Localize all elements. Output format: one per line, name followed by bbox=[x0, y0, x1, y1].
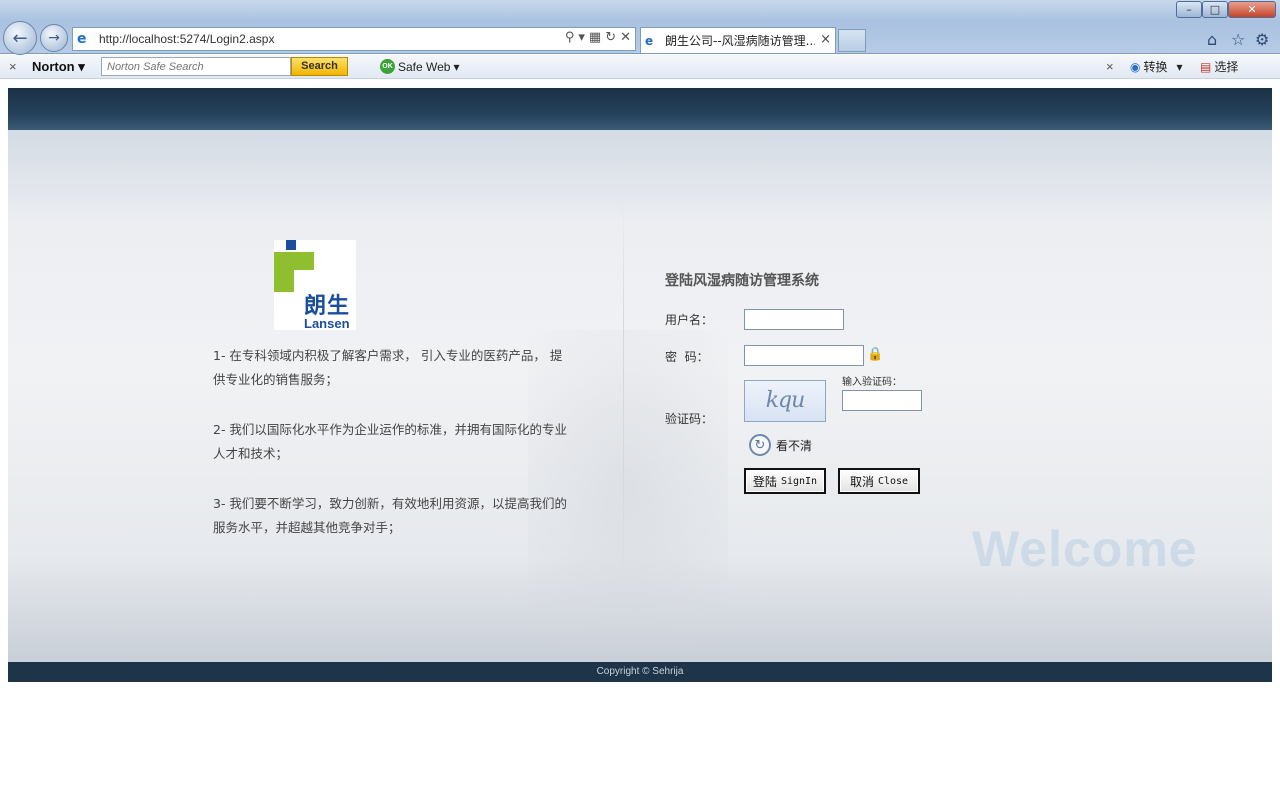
captcha-input[interactable] bbox=[842, 390, 922, 411]
login-title: 登陆风湿病随访管理系统 bbox=[665, 273, 819, 289]
logo-square-blue bbox=[286, 240, 296, 250]
compat-icon[interactable]: ▦ bbox=[589, 30, 601, 45]
norton-search-input[interactable] bbox=[101, 57, 291, 76]
username-input[interactable] bbox=[744, 309, 844, 330]
home-icon[interactable]: ⌂ bbox=[1207, 30, 1217, 49]
new-tab-button[interactable] bbox=[838, 29, 866, 52]
forward-arrow-icon: → bbox=[48, 30, 60, 46]
back-button[interactable]: ← bbox=[3, 21, 37, 55]
browser-titlebar: ← → e http://localhost:5274/Login2.aspx … bbox=[0, 0, 1280, 55]
captcha-image[interactable]: kqu bbox=[744, 380, 826, 422]
tab-active[interactable]: e 朗生公司--风湿病随访管理... × bbox=[640, 27, 836, 53]
window-maximize-button[interactable]: □ bbox=[1202, 1, 1228, 18]
safe-web-menu[interactable]: OK Safe Web ▾ bbox=[380, 59, 460, 74]
address-bar[interactable]: e http://localhost:5274/Login2.aspx ⚲ ▾ … bbox=[72, 27, 636, 51]
ie-icon: e bbox=[77, 31, 87, 47]
username-label: 用户名： bbox=[665, 313, 714, 327]
captcha-refresh-label[interactable]: 看不清 bbox=[776, 437, 812, 454]
captcha-refresh-link[interactable]: ↻ 看不清 bbox=[749, 434, 812, 456]
convert-label: 转换 bbox=[1143, 60, 1168, 74]
logo-text-en: Lansen bbox=[304, 316, 350, 331]
description-item-2: 2- 我们以国际化水平作为企业运作的标准，并拥有国际化的专业人才和技术； bbox=[213, 422, 567, 461]
window-minimize-button[interactable]: – bbox=[1176, 1, 1202, 18]
favorites-star-icon[interactable]: ☆ bbox=[1231, 30, 1245, 49]
toolbar-close-right-icon[interactable]: × bbox=[1106, 59, 1114, 74]
refresh-icon[interactable]: ↻ bbox=[749, 434, 771, 456]
norton-logo-text: Norton bbox=[32, 59, 75, 74]
close-button[interactable]: 取消 Close bbox=[838, 468, 920, 494]
convert-icon: ◉ bbox=[1130, 59, 1141, 74]
convert-button[interactable]: ◉ 转换 ▾ bbox=[1130, 58, 1183, 75]
lock-icon: 🔒 bbox=[867, 347, 884, 362]
password-input[interactable] bbox=[744, 345, 864, 366]
safe-web-label: Safe Web bbox=[398, 59, 451, 74]
gear-icon[interactable]: ⚙ bbox=[1255, 30, 1269, 49]
tab-close-icon[interactable]: × bbox=[820, 32, 831, 47]
chevron-down-icon[interactable]: ▾ bbox=[578, 30, 585, 45]
forward-button[interactable]: → bbox=[40, 24, 68, 52]
page-header-bar bbox=[8, 88, 1272, 130]
captcha-hint: 输入验证码： bbox=[842, 377, 902, 388]
signin-label-cn: 登陆 bbox=[752, 474, 777, 489]
close-label-en: Close bbox=[877, 475, 909, 487]
captcha-label: 验证码： bbox=[665, 412, 714, 426]
lansen-logo: 朗生 Lansen bbox=[274, 240, 356, 331]
signin-button[interactable]: 登陆 SignIn bbox=[744, 468, 826, 494]
login-page-body bbox=[8, 130, 1272, 662]
pdf-select-icon: ▤ bbox=[1200, 59, 1212, 74]
vertical-divider bbox=[623, 200, 624, 590]
stop-icon[interactable]: ✕ bbox=[620, 30, 631, 45]
chevron-down-icon: ▾ bbox=[453, 59, 460, 74]
description-item-1: 1- 在专科领域内积极了解客户需求， 引入专业的医药产品， 提供专业化的销售服务… bbox=[213, 348, 563, 387]
search-icon[interactable]: ⚲ bbox=[565, 30, 575, 45]
norton-logo[interactable]: Norton ▾ bbox=[32, 59, 85, 75]
ie-icon: e bbox=[645, 33, 654, 48]
select-button[interactable]: ▤ 选择 bbox=[1200, 58, 1238, 75]
address-url[interactable]: http://localhost:5274/Login2.aspx bbox=[99, 32, 274, 46]
signin-label-en: SignIn bbox=[780, 475, 818, 487]
select-label: 选择 bbox=[1214, 60, 1239, 74]
norton-toolbar: × Norton ▾ Search OK Safe Web ▾ × ◉ 转换 ▾… bbox=[0, 55, 1280, 79]
refresh-icon[interactable]: ↻ bbox=[605, 30, 616, 45]
description-item-3: 3- 我们要不断学习，致力创新，有效地利用资源，以提高我们的服务水平，并超越其他… bbox=[213, 496, 567, 535]
toolbar-close-icon[interactable]: × bbox=[9, 59, 17, 74]
norton-search-button[interactable]: Search bbox=[291, 57, 348, 76]
password-label: 密 码： bbox=[665, 350, 709, 364]
tab-title: 朗生公司--风湿病随访管理... bbox=[665, 34, 815, 48]
ok-badge-icon: OK bbox=[380, 59, 395, 74]
back-arrow-icon: ← bbox=[12, 27, 28, 49]
close-label-cn: 取消 bbox=[849, 474, 874, 489]
chevron-down-icon: ▾ bbox=[1176, 59, 1183, 74]
page-footer: Copyright © Sehrija bbox=[8, 662, 1272, 682]
window-close-button[interactable]: ✕ bbox=[1228, 1, 1276, 18]
welcome-watermark: Welcome bbox=[972, 521, 1198, 577]
address-tools: ⚲ ▾ ▦ ↻ ✕ bbox=[565, 30, 631, 45]
